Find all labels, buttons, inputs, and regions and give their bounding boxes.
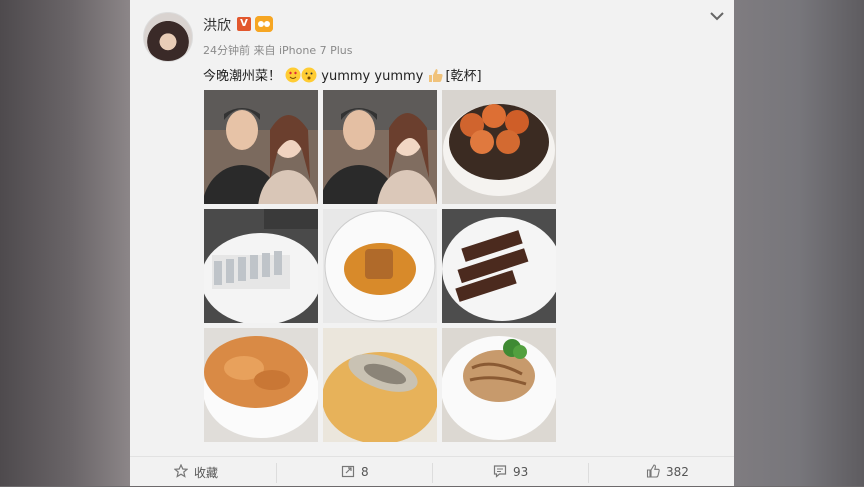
oyster-soup-photo[interactable]	[323, 328, 437, 442]
like-count: 382	[666, 465, 689, 479]
post-text-part3[interactable]: [乾杯]	[445, 69, 481, 84]
braised-dish-photo[interactable]	[323, 209, 437, 323]
collect-button[interactable]: 收藏	[173, 457, 219, 487]
braised-goose-photo[interactable]	[442, 209, 556, 323]
comment-button[interactable]: 93	[493, 457, 528, 487]
repost-icon	[341, 464, 355, 481]
action-divider	[276, 463, 277, 483]
video-background-left	[0, 0, 130, 486]
video-background-right	[734, 0, 864, 486]
post-text: 今晚潮州菜！ yummy yummy [乾杯]	[203, 65, 482, 87]
photo-grid	[204, 90, 556, 442]
heart-eyes-emoji-icon	[285, 67, 301, 87]
member-rank-icon	[255, 16, 273, 32]
verified-badge: V	[237, 17, 251, 31]
thumbs-up-icon	[646, 463, 660, 481]
action-divider	[588, 463, 589, 483]
post-meta: 24分钟前 来自 iPhone 7 Plus	[203, 44, 353, 57]
thumbs-up-emoji-icon	[427, 67, 445, 87]
comment-count: 93	[513, 465, 529, 479]
sliced-fish-photo[interactable]	[204, 209, 318, 323]
chevron-down-icon[interactable]	[708, 8, 726, 24]
star-icon	[173, 463, 189, 481]
selfie-couple-photo-1[interactable]	[204, 90, 318, 204]
repost-button[interactable]: 8	[341, 457, 369, 487]
comment-icon	[493, 464, 507, 481]
selfie-couple-photo-2[interactable]	[323, 90, 437, 204]
fried-prawns-photo[interactable]	[442, 90, 556, 204]
fried-omelette-photo[interactable]	[204, 328, 318, 442]
post-text-part2: yummy yummy	[321, 69, 424, 84]
post-username[interactable]: 洪欣	[203, 15, 231, 35]
noodle-dish-photo[interactable]	[442, 328, 556, 442]
user-avatar[interactable]	[143, 12, 193, 62]
collect-label: 收藏	[194, 465, 219, 480]
repost-count: 8	[361, 465, 369, 479]
post-action-bar: 收藏 8 93 382	[130, 456, 734, 487]
post-text-part1: 今晚潮州菜！	[203, 69, 282, 84]
like-button[interactable]: 382	[646, 457, 689, 487]
action-divider	[432, 463, 433, 483]
surprised-emoji-icon	[301, 67, 317, 87]
